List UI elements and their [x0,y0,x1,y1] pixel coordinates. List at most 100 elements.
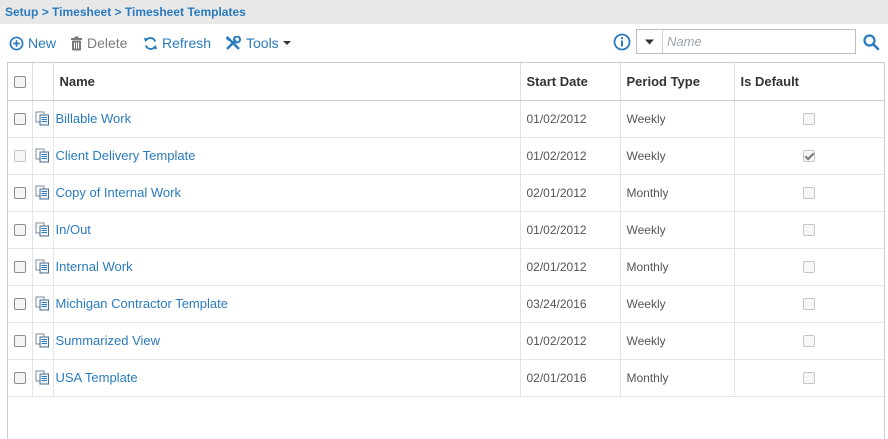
row-period-type: Weekly [620,137,735,175]
table-header-row: Name Start Date Period Type Is Default [8,63,884,101]
new-button[interactable]: New [9,33,56,53]
row-name-cell: In/Out [53,211,521,249]
row-select-checkbox[interactable] [13,298,26,311]
delete-button[interactable]: Delete [70,33,127,53]
row-start-date: 01/02/2012 [520,322,621,360]
column-header-is-default[interactable]: Is Default [734,63,884,101]
row-icon-cell [32,100,54,138]
is-default-checkbox [803,187,816,200]
templates-grid: Name Start Date Period Type Is Default B… [7,62,885,439]
row-start-date: 02/01/2016 [520,359,621,397]
row-start-date: 03/24/2016 [520,285,621,323]
row-is-default-cell [734,174,884,212]
template-name-link[interactable]: Client Delivery Template [56,148,196,163]
refresh-icon [143,36,158,50]
breadcrumb-separator: > [41,5,49,19]
row-period-type: Weekly [620,211,735,249]
select-all-checkbox[interactable] [13,76,26,89]
is-default-checkbox [803,261,816,274]
row-period-type: Weekly [620,285,735,323]
row-select-checkbox [13,150,26,163]
breadcrumb-timesheet[interactable]: Timesheet [52,5,111,19]
document-icon [35,296,49,311]
select-all-cell [8,63,33,101]
icon-column-header [32,63,54,101]
search-field-dropdown[interactable] [637,30,663,53]
document-icon [35,148,49,163]
search-input[interactable] [663,30,855,53]
row-select-checkbox[interactable] [13,224,26,237]
row-select-cell [8,322,33,360]
is-default-checkbox [803,298,816,311]
template-name-link[interactable]: Internal Work [56,259,133,274]
row-is-default-cell [734,322,884,360]
row-is-default-cell [734,100,884,138]
column-header-name[interactable]: Name [53,63,521,101]
is-default-checkbox [803,372,816,385]
document-icon [35,333,49,348]
template-name-link[interactable]: Michigan Contractor Template [56,296,228,311]
document-icon [35,370,49,385]
search-box [636,29,856,54]
row-select-cell [8,137,33,175]
row-select-cell [8,359,33,397]
new-button-label: New [28,35,57,51]
row-select-checkbox[interactable] [13,335,26,348]
row-select-checkbox[interactable] [13,372,26,385]
row-name-cell: Michigan Contractor Template [53,285,521,323]
row-name-cell: Internal Work [53,248,521,286]
is-default-checkbox [803,224,816,237]
row-start-date: 01/02/2012 [520,100,621,138]
breadcrumb: Setup > Timesheet > Timesheet Templates [0,0,888,24]
row-is-default-cell [734,285,884,323]
column-header-start-date[interactable]: Start Date [520,63,621,101]
refresh-button[interactable]: Refresh [143,33,211,53]
breadcrumb-separator: > [114,5,122,19]
tools-button-label: Tools [246,35,279,51]
row-start-date: 02/01/2012 [520,248,621,286]
table-body: Billable Work 01/02/2012 Weekly Client Deli… [8,100,884,436]
template-name-link[interactable]: Billable Work [56,111,132,126]
delete-button-label: Delete [87,35,128,51]
row-icon-cell [32,322,54,360]
info-icon[interactable] [613,33,631,51]
table-row[interactable]: Copy of Internal Work 02/01/2012 Monthly [8,174,884,212]
row-icon-cell [32,211,54,249]
refresh-button-label: Refresh [162,35,212,51]
row-period-type: Weekly [620,100,735,138]
search-icon[interactable] [862,33,880,51]
empty-filler-row [8,396,884,436]
table-row[interactable]: In/Out 01/02/2012 Weekly [8,211,884,249]
template-name-link[interactable]: In/Out [56,222,91,237]
table-row[interactable]: Billable Work 01/02/2012 Weekly [8,100,884,138]
table-row[interactable]: Internal Work 02/01/2012 Monthly [8,248,884,286]
document-icon [35,222,49,237]
row-select-checkbox[interactable] [13,113,26,126]
row-is-default-cell [734,359,884,397]
template-name-link[interactable]: Summarized View [56,333,161,348]
breadcrumb-setup[interactable]: Setup [5,5,38,19]
row-name-cell: Billable Work [53,100,521,138]
template-name-link[interactable]: USA Template [56,370,138,385]
table-row[interactable]: Michigan Contractor Template 03/24/2016 We… [8,285,884,323]
document-icon [35,185,49,200]
table-row[interactable]: USA Template 02/01/2016 Monthly [8,359,884,397]
caret-down-icon [282,41,291,45]
row-select-checkbox[interactable] [13,187,26,200]
row-start-date: 01/02/2012 [520,137,621,175]
row-is-default-cell [734,137,884,175]
tools-button[interactable]: Tools [225,33,291,53]
document-icon [35,111,49,126]
row-is-default-cell [734,248,884,286]
table-row[interactable]: Client Delivery Template 01/02/2012 Weekly [8,137,884,175]
plus-circle-icon [9,36,24,50]
table-row[interactable]: Summarized View 01/02/2012 Weekly [8,322,884,360]
row-select-cell [8,285,33,323]
row-select-cell [8,248,33,286]
row-select-cell [8,174,33,212]
row-name-cell: Copy of Internal Work [53,174,521,212]
template-name-link[interactable]: Copy of Internal Work [56,185,181,200]
column-header-period-type[interactable]: Period Type [620,63,735,101]
row-icon-cell [32,137,54,175]
row-select-checkbox[interactable] [13,261,26,274]
